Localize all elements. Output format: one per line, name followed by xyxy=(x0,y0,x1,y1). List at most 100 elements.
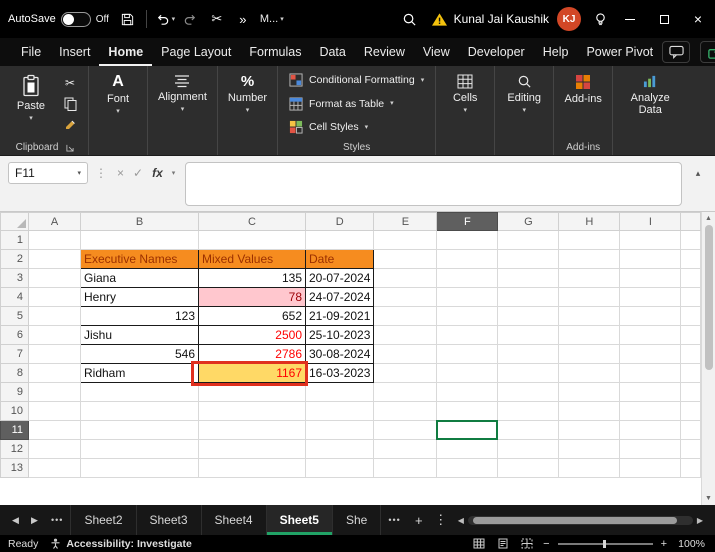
hscroll-thumb[interactable] xyxy=(472,516,677,524)
cancel-icon[interactable]: × xyxy=(117,166,124,180)
sheet-tab-sheet4[interactable]: Sheet4 xyxy=(202,505,267,535)
cell-G4[interactable] xyxy=(497,287,560,307)
account-info[interactable]: Kunal Jai Kaushik xyxy=(431,12,549,27)
close-button[interactable]: × xyxy=(681,0,715,38)
collapse-formula-bar-icon[interactable]: ▴ xyxy=(689,162,707,184)
menu-tab-help[interactable]: Help xyxy=(534,38,578,66)
cell-G3[interactable] xyxy=(497,268,560,288)
cell-I12[interactable] xyxy=(619,439,682,459)
row-header-7[interactable]: 7 xyxy=(0,344,29,364)
cell-H1[interactable] xyxy=(558,230,621,250)
cell-C9[interactable] xyxy=(198,382,306,402)
cell-E7[interactable] xyxy=(373,344,438,364)
zoom-in-button[interactable]: + xyxy=(661,538,667,550)
cell-F10[interactable] xyxy=(436,401,499,421)
cell-H5[interactable] xyxy=(558,306,621,326)
menu-tab-insert[interactable]: Insert xyxy=(50,38,99,66)
cell-H13[interactable] xyxy=(558,458,621,478)
cell-H3[interactable] xyxy=(558,268,621,288)
cell-G6[interactable] xyxy=(497,325,560,345)
column-header-E[interactable]: E xyxy=(373,212,438,231)
horizontal-scrollbar[interactable]: ◀ ▶ xyxy=(458,515,703,525)
clipboard-dialog-launcher[interactable] xyxy=(66,140,74,155)
name-box[interactable]: F11 ▾ xyxy=(8,162,88,184)
cell-G9[interactable] xyxy=(497,382,560,402)
scroll-up-icon[interactable]: ▲ xyxy=(705,215,712,222)
cell-B1[interactable] xyxy=(80,230,199,250)
row-header-13[interactable]: 13 xyxy=(0,458,29,478)
cell-H2[interactable] xyxy=(558,249,621,269)
menu-tab-page-layout[interactable]: Page Layout xyxy=(152,38,240,66)
row-header-11[interactable]: 11 xyxy=(0,420,29,440)
cell-I5[interactable] xyxy=(619,306,682,326)
cell-A1[interactable] xyxy=(28,230,81,250)
alignment-button[interactable]: Alignment ▾ xyxy=(153,69,212,139)
cell-H9[interactable] xyxy=(558,382,621,402)
row-header-6[interactable]: 6 xyxy=(0,325,29,345)
cell-B3[interactable]: Giana xyxy=(80,268,199,288)
page-layout-view-button[interactable] xyxy=(495,536,511,551)
analyze-data-button[interactable]: Analyze Data xyxy=(618,69,682,139)
row-header-12[interactable]: 12 xyxy=(0,439,29,459)
row-header-1[interactable]: 1 xyxy=(0,230,29,250)
more-sheets-icon[interactable]: ••• xyxy=(388,515,400,525)
row-header-10[interactable]: 10 xyxy=(0,401,29,421)
zoom-slider[interactable] xyxy=(557,539,653,548)
cells-button[interactable]: Cells ▾ xyxy=(441,69,489,139)
cell-F5[interactable] xyxy=(436,306,499,326)
namebox-resize-handle[interactable]: ⋮ xyxy=(95,162,107,184)
cell-D3[interactable]: 20-07-2024 xyxy=(304,268,375,288)
comments-button[interactable] xyxy=(662,41,691,63)
cell-A3[interactable] xyxy=(28,268,81,288)
cell-F4[interactable] xyxy=(436,287,499,307)
page-break-view-button[interactable] xyxy=(519,536,535,551)
editing-button[interactable]: Editing ▾ xyxy=(500,69,548,139)
cell-E13[interactable] xyxy=(373,458,438,478)
hscroll-left-icon[interactable]: ◀ xyxy=(458,516,464,525)
cell-B5[interactable]: 123 xyxy=(80,306,199,326)
column-header-B[interactable]: B xyxy=(80,212,199,231)
column-header-I[interactable]: I xyxy=(619,212,682,231)
cell-D13[interactable] xyxy=(304,458,375,478)
cell-I11[interactable] xyxy=(619,420,682,440)
cell-E6[interactable] xyxy=(373,325,438,345)
sheet-list-icon[interactable]: ••• xyxy=(51,515,63,525)
cell-I2[interactable] xyxy=(619,249,682,269)
sheet-tab-sheet3[interactable]: Sheet3 xyxy=(137,505,202,535)
cell-F2[interactable] xyxy=(436,249,499,269)
cell-E4[interactable] xyxy=(373,287,438,307)
cell-A5[interactable] xyxy=(28,306,81,326)
cell-F1[interactable] xyxy=(436,230,499,250)
tab-options-icon[interactable]: ⋮ xyxy=(430,512,452,528)
cell-D4[interactable]: 24-07-2024 xyxy=(304,287,375,307)
cell-A11[interactable] xyxy=(28,420,81,440)
cell-F6[interactable] xyxy=(436,325,499,345)
zoom-slider-knob[interactable] xyxy=(603,539,607,548)
cell-H7[interactable] xyxy=(558,344,621,364)
sheet-tab-she[interactable]: She xyxy=(333,505,382,535)
sheet-tab-sheet5[interactable]: Sheet5 xyxy=(266,505,333,535)
row-header-4[interactable]: 4 xyxy=(0,287,29,307)
insert-function-icon[interactable]: fx xyxy=(152,166,163,180)
menu-tab-power-pivot[interactable]: Power Pivot xyxy=(577,38,662,66)
cell-C4[interactable]: 78 xyxy=(198,287,306,307)
enter-icon[interactable]: ✓ xyxy=(133,166,143,180)
cell-styles-button[interactable]: Cell Styles ▾ xyxy=(283,119,374,135)
sheet-prev-icon[interactable]: ◀ xyxy=(6,515,25,526)
cell-D1[interactable] xyxy=(304,230,375,250)
share-button[interactable] xyxy=(700,41,715,63)
cell-E3[interactable] xyxy=(373,268,438,288)
cell-F12[interactable] xyxy=(436,439,499,459)
sheet-next-icon[interactable]: ▶ xyxy=(25,515,44,526)
cell-B10[interactable] xyxy=(80,401,199,421)
row-header-5[interactable]: 5 xyxy=(0,306,29,326)
cell-D2[interactable]: Date xyxy=(304,249,375,269)
row-header-8[interactable]: 8 xyxy=(0,363,29,383)
cell-F9[interactable] xyxy=(436,382,499,402)
cell-G5[interactable] xyxy=(497,306,560,326)
hscroll-track[interactable] xyxy=(467,515,693,525)
cell-F7[interactable] xyxy=(436,344,499,364)
paste-button[interactable]: Paste ▾ xyxy=(7,69,55,139)
menu-tab-home[interactable]: Home xyxy=(99,38,152,66)
menu-tab-view[interactable]: View xyxy=(414,38,459,66)
